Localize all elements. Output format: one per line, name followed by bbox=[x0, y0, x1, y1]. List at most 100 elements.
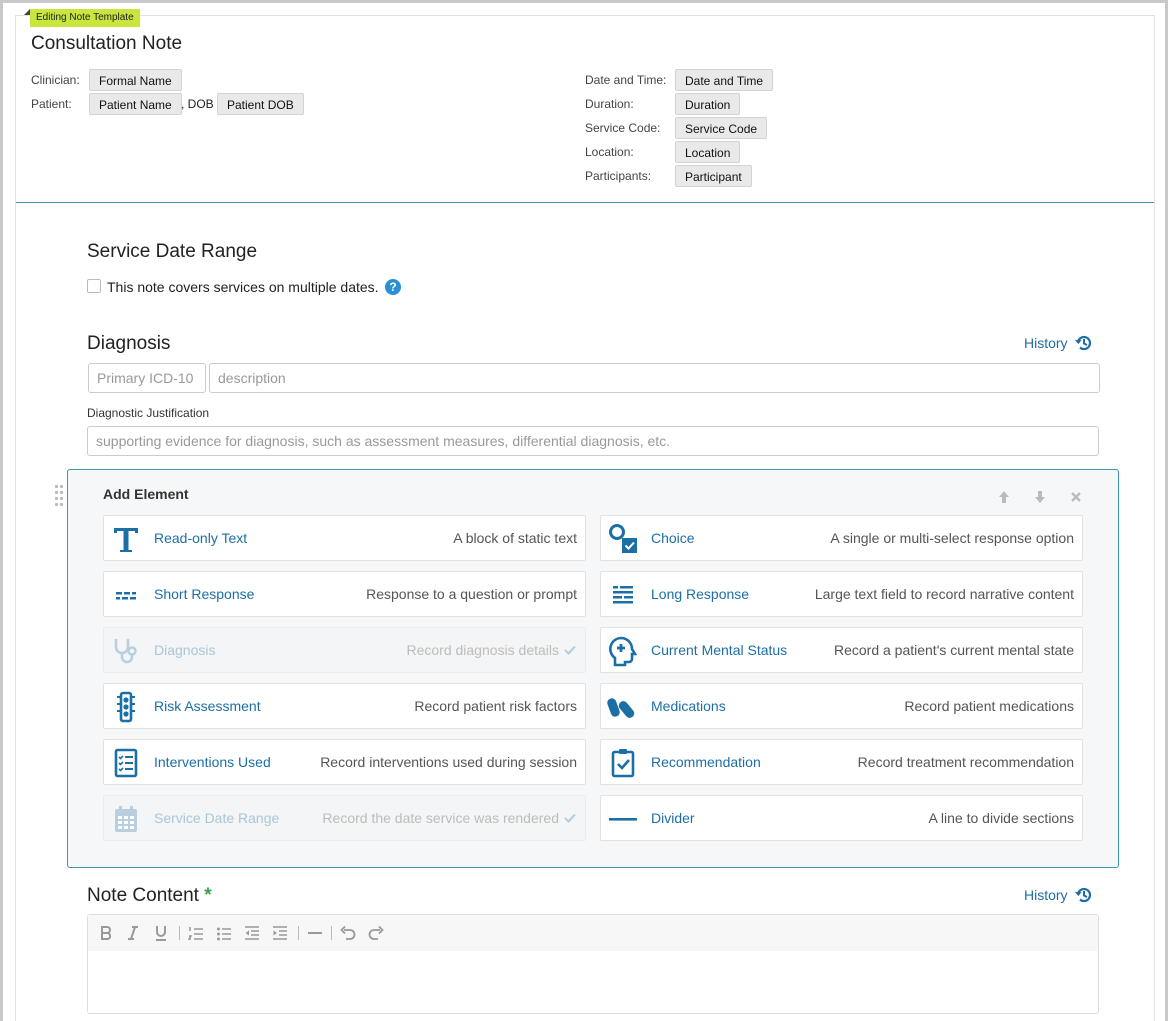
editing-badge: Editing Note Template bbox=[24, 9, 140, 27]
patient-name-token[interactable]: Patient Name bbox=[89, 93, 182, 115]
toolbar-separator bbox=[331, 926, 332, 940]
element-name: Risk Assessment bbox=[154, 698, 261, 714]
note-content-title-text: Note Content bbox=[87, 885, 199, 906]
indent-icon[interactable] bbox=[272, 924, 288, 942]
bullet-list-icon[interactable] bbox=[216, 924, 232, 942]
pills-icon bbox=[607, 698, 635, 718]
note-content-editor[interactable] bbox=[87, 914, 1099, 1014]
text-t-icon bbox=[114, 528, 138, 552]
element-card-choice[interactable]: Choice A single or multi-select response… bbox=[600, 515, 1083, 561]
multiple-dates-label[interactable]: This note covers services on multiple da… bbox=[107, 279, 379, 295]
checklist-icon bbox=[114, 748, 138, 778]
element-name: Current Mental Status bbox=[651, 642, 788, 658]
editor-toolbar bbox=[88, 915, 1098, 951]
element-name: Choice bbox=[651, 530, 695, 546]
element-desc: Record a patient's current mental state bbox=[833, 642, 1074, 658]
history-icon[interactable] bbox=[1074, 885, 1094, 905]
long-response-icon bbox=[613, 586, 633, 604]
horizontal-rule-icon[interactable] bbox=[307, 924, 323, 942]
arrow-up-icon[interactable] bbox=[996, 489, 1012, 505]
patient-dob-token[interactable]: Patient DOB bbox=[217, 93, 304, 115]
element-name: Service Date Range bbox=[154, 810, 280, 826]
italic-icon[interactable] bbox=[125, 924, 141, 942]
element-desc: Record diagnosis details bbox=[406, 642, 559, 658]
element-card-long-response[interactable]: Long Response Large text field to record… bbox=[600, 571, 1083, 617]
element-name: Long Response bbox=[651, 586, 750, 602]
location-label: Location: bbox=[585, 145, 634, 159]
short-response-icon bbox=[116, 592, 136, 600]
element-desc: Record interventions used during session bbox=[320, 754, 577, 770]
ordered-list-icon[interactable] bbox=[188, 924, 204, 942]
element-card-divider[interactable]: Divider A line to divide sections bbox=[600, 795, 1083, 841]
check-icon bbox=[564, 645, 576, 656]
element-desc: Record treatment recommendation bbox=[857, 754, 1074, 770]
element-card-short-response[interactable]: Short Response Response to a question or… bbox=[103, 571, 586, 617]
toolbar-separator bbox=[179, 926, 180, 940]
service-code-label: Service Code: bbox=[585, 121, 661, 135]
element-desc: Large text field to record narrative con… bbox=[814, 586, 1074, 602]
icd10-input[interactable] bbox=[88, 363, 206, 393]
participant-token[interactable]: Participant bbox=[675, 165, 752, 187]
element-card-interventions-used[interactable]: Interventions Used Record interventions … bbox=[103, 739, 586, 785]
element-card-diagnosis: Diagnosis Record diagnosis details bbox=[103, 627, 586, 673]
element-desc: Record the date service was rendered bbox=[322, 810, 559, 826]
element-card-recommendation[interactable]: Recommendation Record treatment recommen… bbox=[600, 739, 1083, 785]
header-divider bbox=[16, 202, 1154, 203]
close-icon[interactable] bbox=[1068, 489, 1084, 505]
choice-icon bbox=[609, 524, 637, 553]
arrow-down-icon[interactable] bbox=[1032, 489, 1048, 505]
element-name: Medications bbox=[651, 698, 726, 714]
calendar-icon bbox=[115, 806, 137, 832]
multiple-dates-checkbox[interactable] bbox=[87, 279, 101, 293]
dob-text: , DOB bbox=[181, 97, 214, 111]
element-name: Divider bbox=[651, 810, 695, 826]
diagnosis-title: Diagnosis bbox=[87, 333, 171, 354]
patient-label: Patient: bbox=[31, 97, 72, 111]
diagnosis-description-input[interactable] bbox=[209, 363, 1100, 393]
element-desc: A block of static text bbox=[453, 530, 577, 546]
element-name: Read-only Text bbox=[154, 530, 248, 546]
history-icon[interactable] bbox=[1074, 333, 1094, 353]
element-desc: A line to divide sections bbox=[928, 810, 1074, 826]
add-element-title: Add Element bbox=[103, 486, 189, 502]
element-name: Diagnosis bbox=[154, 642, 216, 658]
duration-label: Duration: bbox=[585, 97, 634, 111]
element-card-service-date-range: Service Date Range Record the date servi… bbox=[103, 795, 586, 841]
diagnosis-history-link[interactable]: History bbox=[1024, 335, 1068, 351]
element-desc: A single or multi-select response option bbox=[830, 530, 1074, 546]
check-icon bbox=[564, 813, 576, 824]
element-desc: Record patient medications bbox=[904, 698, 1074, 714]
service-date-range-title: Service Date Range bbox=[87, 241, 258, 262]
location-token[interactable]: Location bbox=[675, 141, 741, 163]
participants-label: Participants: bbox=[585, 169, 652, 183]
element-card-risk-assessment[interactable]: Risk Assessment Record patient risk fact… bbox=[103, 683, 586, 729]
outdent-icon[interactable] bbox=[244, 924, 260, 942]
date-time-label: Date and Time: bbox=[585, 73, 667, 87]
divider-icon bbox=[609, 818, 637, 821]
required-marker: * bbox=[204, 885, 212, 906]
element-card-read-only-text[interactable]: Read-only Text A block of static text bbox=[103, 515, 586, 561]
underline-icon[interactable] bbox=[153, 924, 169, 942]
date-time-token[interactable]: Date and Time bbox=[675, 69, 774, 91]
service-code-token[interactable]: Service Code bbox=[675, 117, 768, 139]
drag-handle-icon[interactable] bbox=[54, 484, 64, 508]
element-desc: Record patient risk factors bbox=[414, 698, 577, 714]
toolbar-separator bbox=[298, 926, 299, 940]
element-name: Recommendation bbox=[651, 754, 761, 770]
undo-icon[interactable] bbox=[340, 924, 356, 942]
element-desc: Response to a question or prompt bbox=[366, 586, 577, 602]
duration-token[interactable]: Duration bbox=[675, 93, 741, 115]
clipboard-check-icon bbox=[611, 749, 635, 778]
diagnostic-justification-label: Diagnostic Justification bbox=[87, 406, 210, 420]
element-card-medications[interactable]: Medications Record patient medications bbox=[600, 683, 1083, 729]
redo-icon[interactable] bbox=[368, 924, 384, 942]
note-content-title: Note Content * bbox=[87, 885, 212, 907]
note-content-history-link[interactable]: History bbox=[1024, 887, 1068, 903]
diagnostic-justification-input[interactable] bbox=[87, 426, 1099, 456]
clinician-token[interactable]: Formal Name bbox=[89, 69, 182, 91]
page-title: Consultation Note bbox=[31, 33, 183, 54]
head-plus-icon bbox=[609, 636, 638, 667]
help-icon[interactable]: ? bbox=[385, 279, 401, 295]
element-card-current-mental-status[interactable]: Current Mental Status Record a patient's… bbox=[600, 627, 1083, 673]
bold-icon[interactable] bbox=[98, 924, 114, 942]
